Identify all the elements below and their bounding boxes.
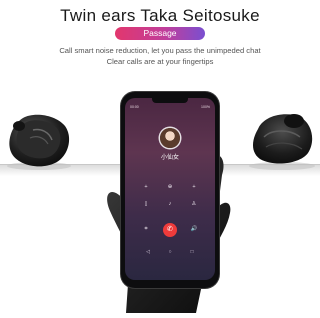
subtitle-line-2: Clear calls are at your fingertips bbox=[106, 57, 214, 66]
add-call-icon[interactable]: + bbox=[139, 184, 153, 191]
status-battery: 100% bbox=[201, 105, 210, 109]
page-title: Twin ears Taka Seitosuke bbox=[60, 6, 260, 25]
phone-hangup-icon: ✆ bbox=[167, 226, 173, 233]
passage-badge: Passage bbox=[115, 27, 205, 40]
subtitle-line-1: Call smart noise reduction, let you pass… bbox=[59, 46, 261, 55]
right-earbud-image bbox=[244, 107, 318, 171]
back-icon[interactable]: ◁ bbox=[143, 247, 153, 257]
phone-notch bbox=[152, 98, 188, 103]
recent-icon[interactable]: □ bbox=[187, 247, 197, 257]
speaker-icon[interactable]: 🔊 bbox=[187, 226, 201, 233]
left-earbud-image bbox=[3, 110, 75, 172]
status-time: 00:00 bbox=[130, 105, 139, 109]
caller-avatar bbox=[160, 128, 180, 148]
add-icon[interactable]: + bbox=[187, 184, 201, 191]
hold-icon[interactable]: ⊕ bbox=[163, 184, 177, 191]
caller-name: 小仙女 bbox=[160, 155, 179, 161]
end-call-button[interactable]: ✆ bbox=[163, 223, 177, 237]
keypad-icon[interactable]: ⌗ bbox=[139, 226, 153, 233]
home-icon[interactable]: ○ bbox=[165, 247, 175, 257]
mute-icon[interactable]: ♪ bbox=[163, 201, 177, 208]
record-icon[interactable]: ▯ bbox=[139, 201, 153, 208]
contacts-icon[interactable]: ♙ bbox=[187, 201, 201, 208]
phone-screen: 00:00 100% 小仙女 + ⊕ + ▯ ♪ ♙ ⌗ 🔊 ✆ ◁ ○ □ bbox=[125, 98, 215, 280]
phone-nav-bar: ◁ ○ □ bbox=[125, 247, 215, 257]
